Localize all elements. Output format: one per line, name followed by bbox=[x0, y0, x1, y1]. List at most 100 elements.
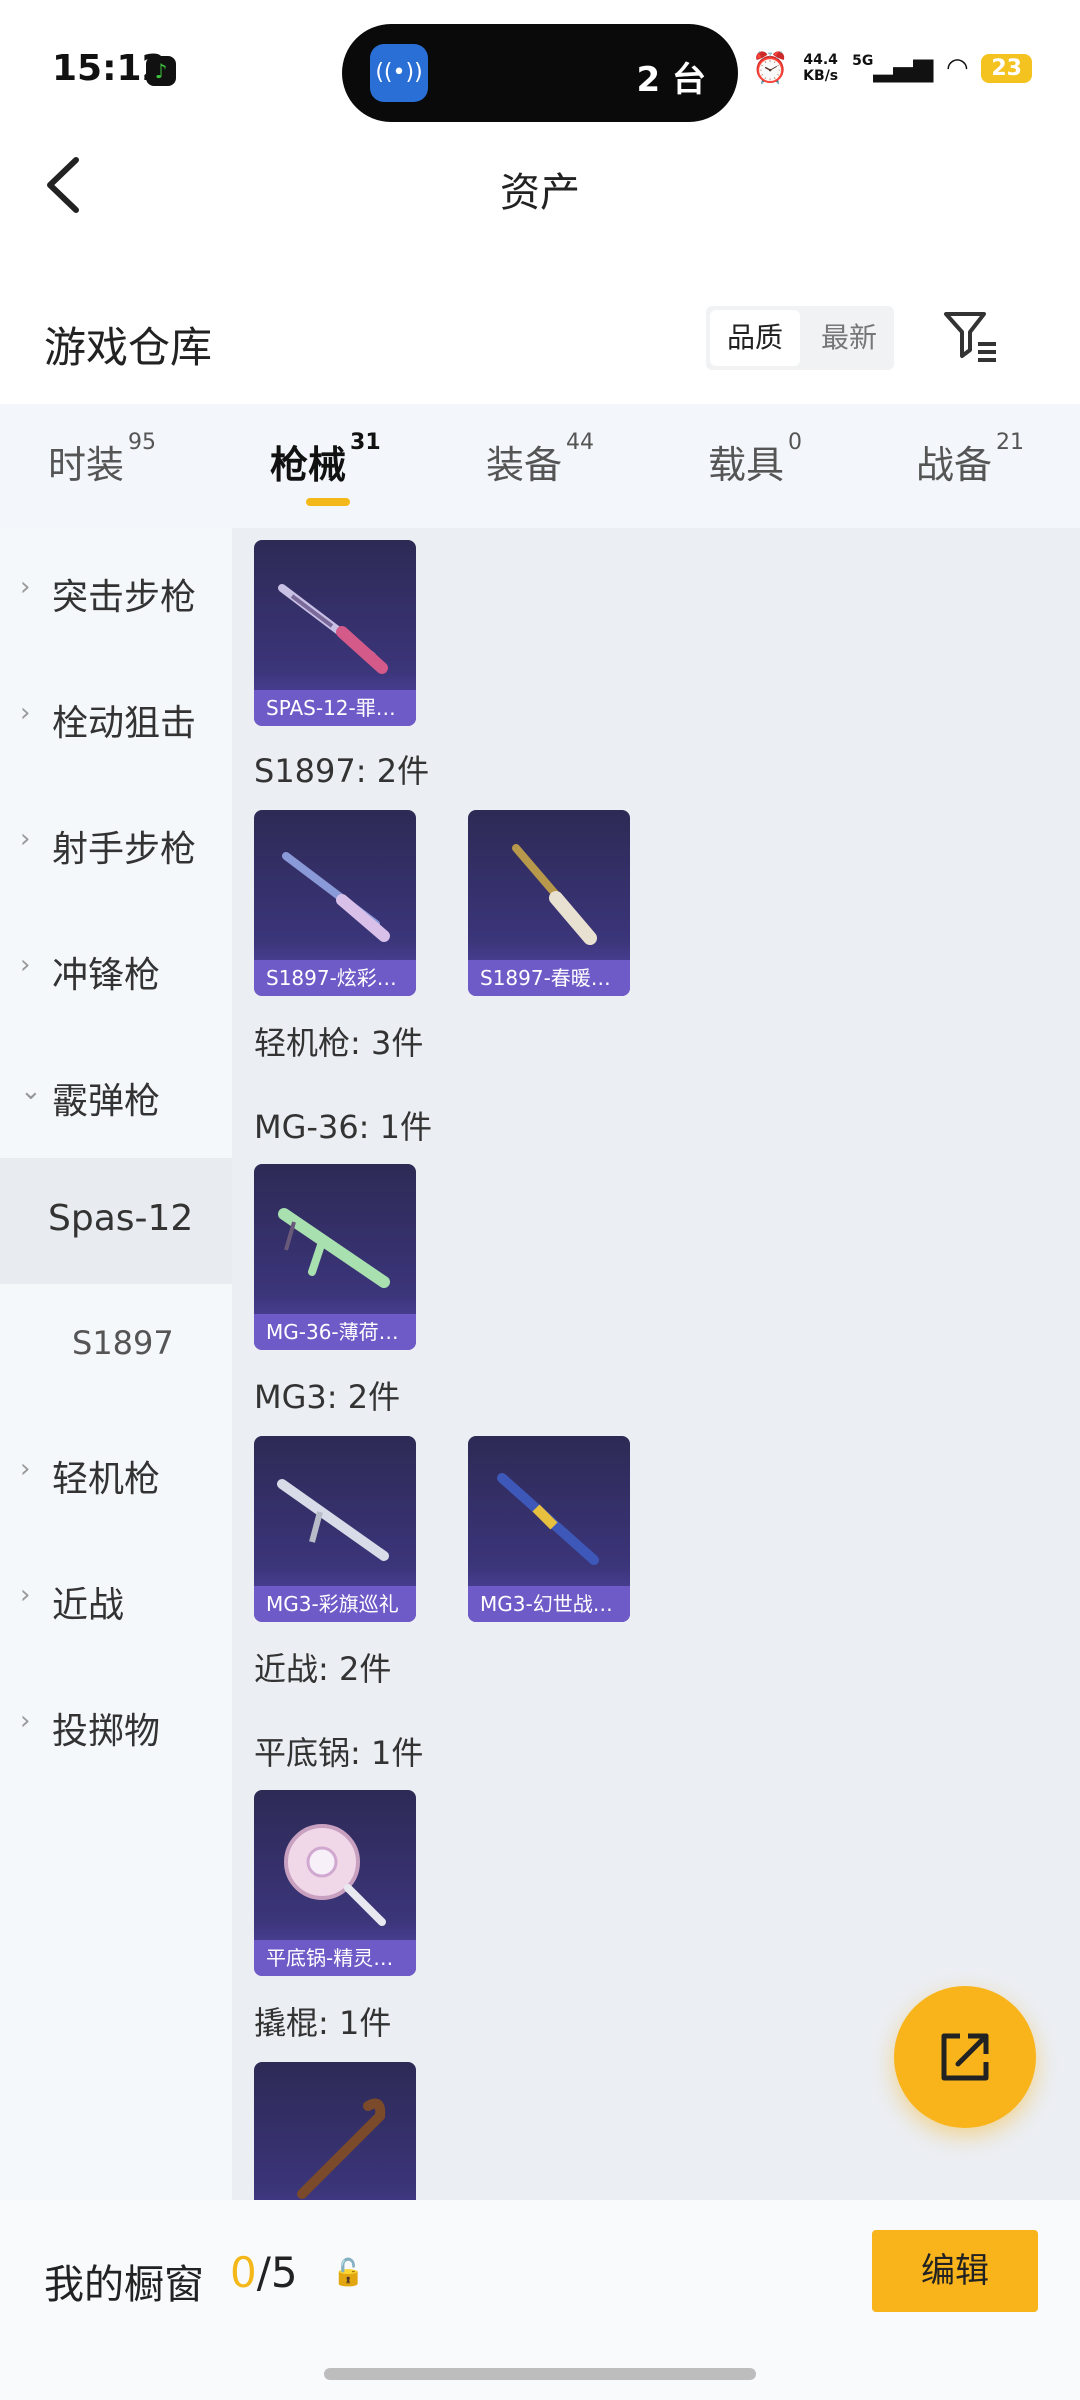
tab-count: 21 bbox=[996, 430, 1025, 455]
sidebar-item-label: 近战 bbox=[52, 1585, 125, 1626]
sidebar-item-label: 冲锋枪 bbox=[52, 955, 161, 996]
battery-icon: 23 bbox=[981, 53, 1032, 83]
sidebar-item-lmg[interactable]: › 轻机枪 bbox=[0, 1410, 232, 1536]
sidebar-item-label: Spas-12 bbox=[48, 1198, 194, 1239]
filter-list-icon[interactable] bbox=[940, 308, 1000, 364]
item-card[interactable]: S1897-炫彩… bbox=[254, 810, 416, 996]
speed-unit: KB/s bbox=[803, 68, 839, 84]
alarm-icon: ⏰ bbox=[751, 50, 790, 86]
group-label: MG3: 2件 bbox=[254, 1378, 401, 1416]
home-indicator[interactable] bbox=[324, 2368, 756, 2380]
weapon-category-sidebar: › 突击步枪 › 栓动狙击 › 射手步枪 › 冲锋枪 ⌄ 霰弹枪 Spas-12 S189… bbox=[0, 528, 232, 2200]
sidebar-item-label: 投掷物 bbox=[52, 1711, 161, 1752]
machine-gun-icon bbox=[278, 1208, 390, 1288]
item-card[interactable]: SPAS-12-罪… bbox=[254, 540, 416, 726]
item-name: 平底锅-精灵… bbox=[254, 1940, 416, 1976]
chevron-right-icon: › bbox=[20, 950, 31, 980]
shotgun-icon bbox=[278, 584, 388, 674]
item-card[interactable] bbox=[254, 2062, 416, 2200]
tab-label: 时装 bbox=[48, 443, 125, 487]
network-speed: 44.4 KB/s bbox=[803, 52, 838, 84]
status-bar: 15:12 ♪ ((•)) 2 台 ⏰ 44.4 KB/s 5G▂▄▆ ◠ 23 bbox=[0, 0, 1080, 140]
item-grid: SPAS-12-罪… S1897: 2件 S1897-炫彩… S1897-春暖…… bbox=[232, 528, 1080, 2200]
chevron-right-icon: › bbox=[20, 698, 31, 728]
sort-by-quality[interactable]: 品质 bbox=[710, 310, 800, 366]
island-text: 2 台 bbox=[636, 60, 707, 100]
group-label: MG-36: 1件 bbox=[254, 1108, 432, 1146]
sidebar-item-label: 射手步枪 bbox=[52, 829, 197, 870]
tab-firearms[interactable]: 枪械31 bbox=[270, 430, 381, 489]
speed-value: 44.4 bbox=[803, 52, 838, 68]
showcase-title: 我的橱窗 bbox=[44, 2262, 204, 2308]
tab-label: 枪械 bbox=[270, 443, 347, 487]
sidebar-item-melee[interactable]: › 近战 bbox=[0, 1536, 232, 1662]
group-label: 平底锅: 1件 bbox=[254, 1734, 424, 1772]
item-card[interactable]: MG3-彩旗巡礼 bbox=[254, 1436, 416, 1622]
sidebar-item-shotgun[interactable]: ⌄ 霰弹枪 bbox=[0, 1032, 232, 1158]
chevron-right-icon: › bbox=[20, 1706, 31, 1736]
frying-pan-icon bbox=[284, 1824, 386, 1926]
sidebar-item-label: 霰弹枪 bbox=[52, 1081, 161, 1122]
edit-button[interactable]: 编辑 bbox=[872, 2230, 1038, 2312]
share-button[interactable] bbox=[894, 1986, 1036, 2128]
lock-icon: 🔓 bbox=[332, 2258, 365, 2288]
sidebar-item-s1897[interactable]: S1897 bbox=[0, 1284, 232, 1410]
item-card[interactable]: MG-36-薄荷… bbox=[254, 1164, 416, 1350]
shotgun-icon bbox=[282, 852, 390, 942]
app-notification-icon: ♪ bbox=[146, 56, 176, 86]
group-label: S1897: 2件 bbox=[254, 752, 430, 790]
wifi-icon: ◠ bbox=[947, 53, 968, 83]
sort-toggle: 品质 最新 bbox=[706, 306, 894, 370]
share-external-icon bbox=[941, 2033, 989, 2081]
sort-by-newest[interactable]: 最新 bbox=[804, 306, 894, 370]
sidebar-item-dmr[interactable]: › 射手步枪 bbox=[0, 780, 232, 906]
sidebar-item-assault-rifle[interactable]: › 突击步枪 bbox=[0, 528, 232, 654]
dynamic-island[interactable]: ((•)) 2 台 bbox=[342, 24, 738, 122]
group-label: 近战: 2件 bbox=[254, 1650, 392, 1688]
tab-count: 31 bbox=[350, 430, 381, 455]
machine-gun-icon bbox=[497, 1473, 599, 1565]
item-card[interactable]: S1897-春暖… bbox=[468, 810, 630, 996]
sidebar-item-spas12[interactable]: Spas-12 bbox=[0, 1158, 232, 1284]
chevron-right-icon: › bbox=[20, 824, 31, 854]
showcase-count: 0/5 bbox=[230, 2248, 298, 2297]
item-name: S1897-春暖… bbox=[468, 960, 630, 996]
tab-count: 0 bbox=[788, 430, 803, 455]
sidebar-item-label: 轻机枪 bbox=[52, 1459, 161, 1500]
showcase-count-current: 0 bbox=[230, 2248, 257, 2297]
signal-icon: 5G▂▄▆ bbox=[852, 53, 934, 83]
active-tab-indicator bbox=[306, 498, 350, 506]
crowbar-icon bbox=[297, 2098, 386, 2199]
item-card[interactable]: 平底锅-精灵… bbox=[254, 1790, 416, 1976]
tab-supplies[interactable]: 战备21 bbox=[916, 430, 1024, 489]
tab-label: 载具 bbox=[708, 443, 785, 487]
tab-label: 装备 bbox=[486, 443, 563, 487]
item-name: SPAS-12-罪… bbox=[254, 690, 416, 726]
shotgun-icon bbox=[512, 844, 597, 945]
item-card[interactable]: MG3-幻世战… bbox=[468, 1436, 630, 1622]
tab-count: 95 bbox=[128, 430, 157, 455]
tab-vehicles[interactable]: 载具0 bbox=[708, 430, 802, 489]
category-tabs: 时装95 枪械31 装备44 载具0 战备21 bbox=[0, 404, 1080, 528]
item-name: MG3-彩旗巡礼 bbox=[254, 1586, 416, 1622]
sidebar-item-label: S1897 bbox=[72, 1324, 174, 1362]
sidebar-item-label: 栓动狙击 bbox=[52, 703, 197, 744]
sidebar-item-label: 突击步枪 bbox=[52, 577, 197, 618]
showcase-count-total: /5 bbox=[256, 2248, 298, 2297]
tab-equipment[interactable]: 装备44 bbox=[486, 430, 594, 489]
group-label: 轻机枪: 3件 bbox=[254, 1024, 424, 1062]
page-title: 资产 bbox=[500, 170, 580, 216]
sidebar-item-smg[interactable]: › 冲锋枪 bbox=[0, 906, 232, 1032]
chevron-right-icon: › bbox=[20, 1454, 31, 1484]
sidebar-item-throwables[interactable]: › 投掷物 bbox=[0, 1662, 232, 1788]
chevron-down-icon: ⌄ bbox=[20, 1076, 42, 1106]
sidebar-item-bolt-sniper[interactable]: › 栓动狙击 bbox=[0, 654, 232, 780]
group-label: 撬棍: 1件 bbox=[254, 2004, 392, 2042]
section-title: 游戏仓库 bbox=[44, 323, 213, 372]
tab-fashion[interactable]: 时装95 bbox=[48, 430, 156, 489]
chevron-right-icon: › bbox=[20, 572, 31, 602]
status-icons: ⏰ 44.4 KB/s 5G▂▄▆ ◠ 23 bbox=[752, 48, 1032, 88]
item-name: S1897-炫彩… bbox=[254, 960, 416, 996]
item-name: MG3-幻世战… bbox=[468, 1586, 630, 1622]
showcase-bar: 我的橱窗 0/5 🔓 编辑 bbox=[0, 2200, 1080, 2400]
